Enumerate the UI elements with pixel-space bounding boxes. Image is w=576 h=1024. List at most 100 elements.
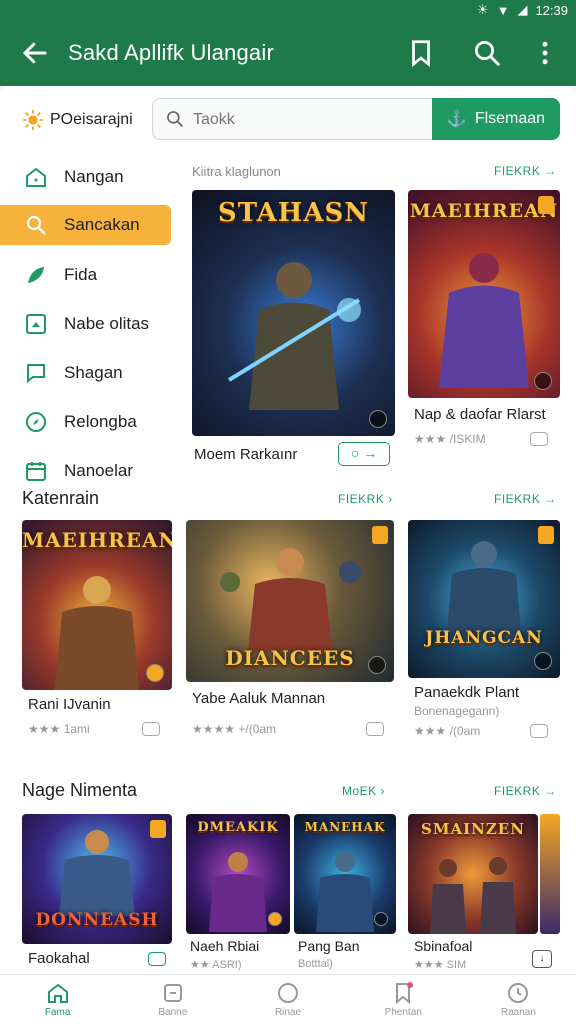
hero-figure-icon bbox=[227, 262, 361, 410]
brand-label: POeisarajni bbox=[50, 111, 133, 128]
more-link-label: FIEKRK bbox=[338, 492, 385, 506]
search-icon[interactable] bbox=[472, 38, 502, 68]
sidebar-item-sancakan[interactable]: Sancakan bbox=[0, 205, 171, 245]
cover-title: SMAINZEN bbox=[421, 820, 525, 838]
game-cover: DIANCEES bbox=[186, 520, 394, 682]
search-bar: ⚓ Flsemaan bbox=[152, 98, 560, 140]
game-rating: ★★★ /ISKIM bbox=[414, 432, 486, 446]
game-card[interactable]: MAEIHREAN Rani IJvanin ★★★ 1ami bbox=[22, 520, 172, 740]
game-rating: ★★★ 1ami bbox=[28, 722, 90, 736]
hero-figure-icon bbox=[446, 541, 522, 640]
section-more-link[interactable]: FIEKRK → bbox=[494, 492, 557, 506]
game-cover: SMAINZEN bbox=[408, 814, 538, 934]
hero-figure-icon bbox=[430, 857, 516, 934]
section-more-link[interactable]: FIEKRK › bbox=[338, 492, 393, 506]
game-card[interactable]: JHANGCAN Panaekdk Plant Bonenagegann) ★★… bbox=[408, 520, 560, 740]
add-button[interactable]: ○ → bbox=[338, 442, 390, 466]
section-more-link[interactable]: MoEK › bbox=[342, 784, 385, 798]
game-card[interactable]: SMAINZEN Sbinafoal ★★★ SIM ↓ bbox=[408, 814, 560, 974]
game-name: Panaekdk Plant bbox=[414, 684, 520, 701]
featured-more-link[interactable]: FIEKRK → bbox=[494, 164, 557, 178]
search-input[interactable] bbox=[193, 109, 423, 131]
sidebar-item-label: Nabe olitas bbox=[64, 313, 150, 333]
cover-title: MANEHAK bbox=[304, 820, 386, 834]
hero-figure-icon bbox=[55, 576, 139, 690]
leaf-icon bbox=[28, 266, 44, 283]
sidebar-item-nabe-olitas[interactable]: Nabe olitas bbox=[0, 299, 176, 348]
game-rating: ★★ ASRI) bbox=[190, 959, 242, 971]
game-card[interactable]: DIANCEES Yabe Aaluk Mannan ★★★★ +/(0am bbox=[186, 520, 394, 740]
settings-badge-icon bbox=[374, 912, 388, 926]
download-icon[interactable]: ↓ bbox=[532, 950, 552, 968]
game-cover: MAEIHREAN bbox=[408, 190, 560, 398]
cover-title: STAHASN bbox=[217, 198, 370, 228]
game-cover: DONNEASH bbox=[22, 814, 172, 944]
comment-icon[interactable] bbox=[366, 722, 384, 736]
signal-icon: ◢ bbox=[517, 2, 528, 17]
tab-banne[interactable]: Banne bbox=[115, 975, 230, 1024]
sidebar-item-label: Shagan bbox=[64, 362, 123, 382]
gallery-icon bbox=[26, 313, 46, 334]
sidebar-item-label: Fida bbox=[64, 264, 98, 284]
tab-label: Fama bbox=[44, 1007, 71, 1018]
rating-text: ASRI) bbox=[212, 959, 242, 971]
bookmark-badge-icon bbox=[372, 526, 388, 544]
bookmark-icon[interactable] bbox=[406, 38, 436, 68]
sidebar-item-nangan[interactable]: Nangan bbox=[0, 152, 176, 201]
search-button[interactable]: ⚓ Flsemaan bbox=[432, 98, 560, 140]
sun-icon bbox=[22, 109, 44, 131]
clock-icon bbox=[508, 983, 529, 1003]
game-card[interactable]: STAHASN Moem Rarkaınr ○ → bbox=[192, 190, 395, 480]
cover-title: JHANGCAN bbox=[425, 628, 543, 648]
back-arrow-icon[interactable] bbox=[20, 38, 50, 68]
comment-icon[interactable] bbox=[148, 952, 166, 966]
more-vert-icon[interactable] bbox=[530, 38, 560, 68]
app-bar: Sakd Apllifk Ulangair bbox=[0, 20, 576, 86]
sidebar-item-relongba[interactable]: Relongba bbox=[0, 397, 176, 446]
section-more-link[interactable]: FIEKRK → bbox=[494, 784, 557, 798]
comment-icon[interactable] bbox=[530, 432, 548, 446]
cover-title: DIANCEES bbox=[225, 646, 355, 670]
tab-phentan[interactable]: Phentan bbox=[346, 975, 461, 1024]
tab-raanan[interactable]: Raanan bbox=[461, 975, 576, 1024]
more-link-label: FIEKRK bbox=[494, 164, 541, 178]
game-name: Yabe Aaluk Mannan bbox=[192, 690, 326, 707]
game-cover: JHANGCAN bbox=[408, 520, 560, 678]
circle-icon bbox=[278, 983, 298, 1003]
game-cover: STAHASN bbox=[192, 190, 395, 436]
tab-fama[interactable]: Fama bbox=[0, 975, 115, 1024]
hero-figure-icon bbox=[439, 253, 529, 388]
settings-badge-icon bbox=[146, 664, 164, 682]
sidebar-item-shagan[interactable]: Shagan bbox=[0, 348, 176, 397]
sidebar-item-label: Nangan bbox=[64, 166, 124, 186]
cover-title: DONNEASH bbox=[35, 910, 159, 930]
sync-icon: ☀ bbox=[476, 2, 489, 17]
game-subtitle: Bonenagegann) bbox=[414, 704, 500, 718]
bookmark-icon bbox=[396, 982, 414, 1005]
page-title: Sakd Apllifk Ulangair bbox=[68, 40, 274, 65]
status-time: 12:39 bbox=[535, 2, 568, 18]
box-icon bbox=[163, 984, 182, 1002]
search-button-label: Flsemaan bbox=[474, 110, 546, 127]
rating-text: SIM bbox=[446, 959, 467, 971]
more-link-label: FIEKRK bbox=[494, 492, 541, 506]
bookmark-badge-icon bbox=[538, 526, 554, 544]
game-name: Naeh Rbiai bbox=[190, 938, 260, 954]
wifi-icon: ▼ bbox=[496, 2, 510, 18]
more-link-label: MoEK bbox=[342, 784, 377, 798]
game-card[interactable]: MAEIHREAN Nap & daofar Rlarst ★★★ /ISKIM bbox=[408, 190, 560, 470]
status-bar: ☀ ▼ ◢ 12:39 bbox=[0, 0, 576, 20]
tab-rinae[interactable]: Rinae bbox=[230, 975, 345, 1024]
rating-text: /ISKIM bbox=[449, 432, 486, 446]
calendar-icon bbox=[26, 461, 46, 481]
game-card[interactable]: DMEAKIK Naeh Rbiai ★★ ASRI) bbox=[186, 814, 290, 974]
sidebar-item-label: Sancakan bbox=[64, 215, 140, 234]
game-card[interactable]: MANEHAK Pang Ban Botttal) bbox=[294, 814, 396, 974]
anchor-icon: ⚓ bbox=[446, 111, 467, 128]
game-rating: ★★★★ +/(0am bbox=[192, 722, 277, 736]
comment-icon[interactable] bbox=[142, 722, 160, 736]
comment-icon[interactable] bbox=[530, 724, 548, 738]
sidebar-item-fida[interactable]: Fida bbox=[0, 250, 176, 299]
sidebar: Nangan Sancakan Fida Nabe olitas Shagan … bbox=[0, 152, 176, 495]
game-card[interactable]: DONNEASH Faokahal bbox=[22, 814, 172, 974]
